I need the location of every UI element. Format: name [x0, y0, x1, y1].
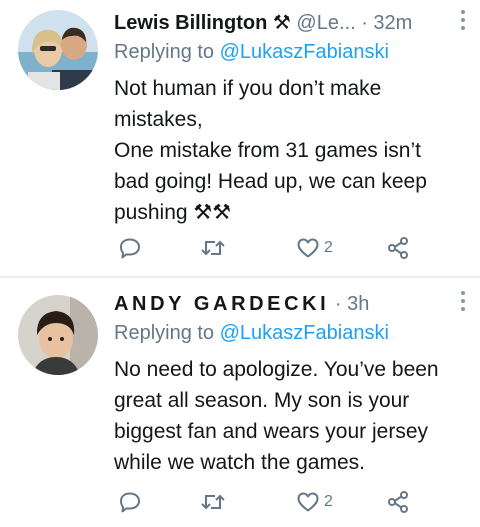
like-button[interactable]: 2 — [296, 487, 333, 517]
author-name[interactable]: Lewis Billington — [114, 12, 267, 34]
mention-link[interactable]: @LukaszFabianski — [220, 41, 389, 63]
heart-icon — [297, 492, 319, 512]
tweet-text-line: bad going! Head up, we can keep — [114, 170, 427, 193]
avatar[interactable] — [18, 10, 98, 90]
replying-to: Replying to @LukaszFabianski — [114, 41, 389, 64]
share-button[interactable] — [386, 487, 410, 517]
reply-icon — [120, 492, 140, 513]
separator: · — [361, 12, 368, 34]
tweet-text-line: No need to apologize. You’ve been — [114, 358, 439, 381]
author-badge: ⚒ — [272, 12, 291, 34]
tweet-text-line: One mistake from 31 games isn’t — [114, 139, 421, 162]
heart-icon — [297, 238, 319, 258]
more-vertical-icon[interactable] — [460, 291, 466, 313]
avatar[interactable] — [18, 295, 98, 375]
more-vertical-icon[interactable] — [460, 10, 466, 32]
timestamp[interactable]: 32m — [373, 12, 412, 34]
author-handle[interactable]: @Le... — [296, 12, 355, 34]
tweet-text: Not human if you don’t make mistakes, On… — [114, 73, 464, 228]
tweet-header: Lewis Billington ⚒ @Le... · 32m — [114, 8, 470, 38]
tweet-text-line: Not human if you don’t make — [114, 77, 382, 100]
divider — [0, 276, 480, 278]
share-button[interactable] — [386, 233, 410, 263]
reply-button[interactable] — [118, 233, 142, 263]
retweet-button[interactable] — [200, 487, 226, 517]
like-count: 2 — [324, 239, 333, 256]
retweet-icon — [201, 494, 225, 510]
replying-to-label: Replying to — [114, 41, 220, 63]
tweet-text-line: while we watch the games. — [114, 451, 365, 474]
like-count: 2 — [324, 493, 333, 510]
tweet-text-line: mistakes, — [114, 108, 203, 131]
reply-button[interactable] — [118, 487, 142, 517]
tweet-card[interactable]: Lewis Billington ⚒ @Le... · 32m Replying… — [0, 0, 480, 276]
tweet-text-line: pushing ⚒⚒ — [114, 201, 232, 224]
tweet-text-line: great all season. My son is your — [114, 389, 410, 412]
tweet-text: No need to apologize. You’ve been great … — [114, 354, 464, 478]
separator: · — [334, 293, 342, 315]
tweet-actions: 2 — [114, 233, 434, 263]
like-button[interactable]: 2 — [296, 233, 333, 263]
author-name[interactable]: ANDY GARDECKI — [114, 293, 329, 315]
tweet-actions: 2 — [114, 487, 434, 517]
replying-to-label: Replying to — [114, 322, 220, 344]
retweet-icon — [201, 240, 225, 256]
share-icon — [388, 491, 408, 513]
mention-link[interactable]: @LukaszFabianski — [220, 322, 389, 344]
timestamp[interactable]: 3h — [347, 293, 369, 315]
retweet-button[interactable] — [200, 233, 226, 263]
reply-icon — [120, 238, 140, 259]
replying-to: Replying to @LukaszFabianski — [114, 322, 389, 345]
tweet-card[interactable]: ANDY GARDECKI · 3h Replying to @LukaszFa… — [0, 279, 480, 527]
tweet-header: ANDY GARDECKI · 3h — [114, 289, 470, 319]
share-icon — [388, 237, 408, 259]
tweet-text-line: biggest fan and wears your jersey — [114, 420, 429, 443]
